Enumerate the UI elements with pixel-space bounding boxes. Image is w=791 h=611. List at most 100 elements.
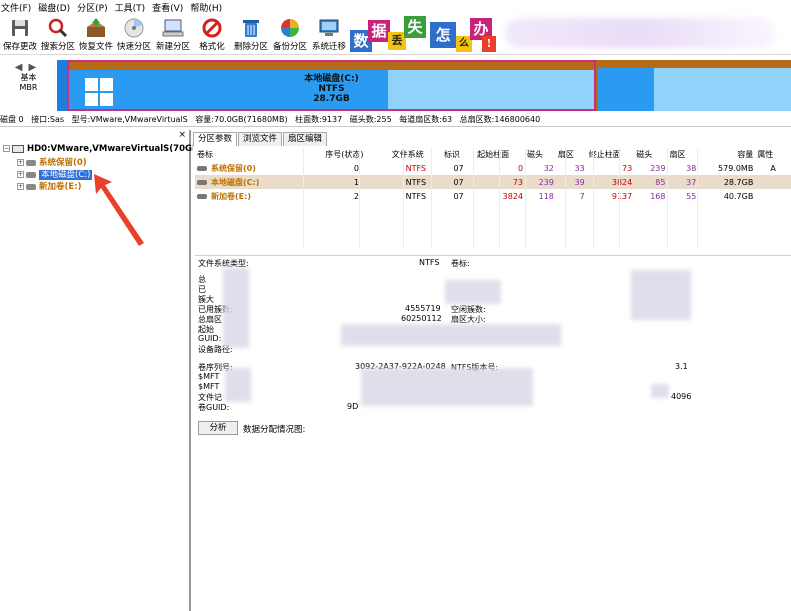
close-icon[interactable]: ×	[178, 130, 186, 140]
menu-disk[interactable]: 磁盘(D)	[37, 1, 76, 14]
ad-tile: 怎	[430, 22, 456, 48]
quick-partition-button[interactable]: 快速分区	[114, 15, 154, 55]
disk-heads: 磁头数:255	[349, 115, 392, 124]
disk-map: ◀▶ 基本 MBR 本地磁盘(C:) NTFS 28.7GB	[0, 56, 791, 111]
save-icon	[12, 20, 28, 36]
grid-line	[565, 148, 566, 248]
partition-details: 文件系统类型: NTFS 卷标: 总 已 簇大 已用簇数: 4555719 空闲…	[195, 255, 791, 415]
data-allocation-label: 数据分配情况图:	[243, 425, 306, 435]
grid-line	[473, 148, 474, 248]
recover-files-button[interactable]: 恢复文件	[76, 15, 116, 55]
backup-partition-button[interactable]: 备份分区	[270, 15, 310, 55]
menu-help[interactable]: 帮助(H)	[189, 1, 228, 14]
privacy-blur	[361, 368, 533, 406]
col-end-sector: 扇区	[669, 150, 686, 159]
ad-tile: !	[482, 36, 496, 52]
format-label: 格式化	[199, 42, 225, 52]
col-attr: 属性	[757, 150, 774, 159]
privacy-blur	[223, 268, 249, 348]
partition-system-reserved[interactable]	[57, 60, 67, 111]
disk-sectors-per-track: 每道扇区数:63	[399, 115, 453, 124]
tree-item-e-drive[interactable]: + 新加卷(E:)	[17, 180, 81, 192]
tree-disk-label: HD0:VMware,VMwareVirtualS(70GB)	[27, 144, 203, 154]
save-changes-label: 保存更改	[2, 42, 37, 52]
expand-icon[interactable]: +	[17, 183, 24, 190]
tree-disk-node[interactable]: − HD0:VMware,VMwareVirtualS(70GB)	[3, 144, 202, 154]
delete-icon	[243, 20, 259, 37]
search-icon	[48, 18, 68, 38]
grid-line	[403, 148, 404, 248]
search-partition-button[interactable]: 搜索分区	[38, 15, 78, 55]
disk-style: MBR	[19, 83, 38, 92]
grid-line	[359, 148, 360, 248]
expand-icon[interactable]: +	[17, 171, 24, 178]
tree-item-system-reserved[interactable]: + 系统保留(0)	[17, 156, 87, 168]
disk-cylinders: 柱面数:9137	[295, 115, 343, 124]
file-record-value: 4096	[671, 392, 692, 401]
privacy-blur	[225, 368, 251, 402]
menu-bar: 文件(F) 磁盘(D) 分区(P) 工具(T) 查看(V) 帮助(H)	[0, 0, 791, 15]
delete-partition-label: 删除分区	[233, 42, 268, 52]
partition-e[interactable]	[598, 60, 791, 111]
disk-capacity: 容量:70.0GB(71680MB)	[195, 115, 288, 124]
privacy-blur	[341, 324, 561, 346]
partition-icon	[197, 179, 207, 185]
expand-icon[interactable]: +	[17, 159, 24, 166]
menu-view[interactable]: 查看(V)	[151, 1, 189, 14]
used-clusters-value: 4555719	[405, 304, 441, 313]
table-row[interactable]: 系统保留(0) 0 NTFS 07 0 32 33 73 239 38 579.…	[195, 161, 791, 175]
partition-icon	[26, 183, 36, 190]
table-row[interactable]: 新加卷(E:) 2 NTFS 07 3824 118 7 9137 168 55…	[195, 189, 791, 203]
tree-item-label: 系统保留(0)	[39, 158, 87, 168]
format-button[interactable]: 格式化	[192, 15, 232, 55]
menu-tools[interactable]: 工具(T)	[114, 1, 152, 14]
table-row[interactable]: 本地磁盘(C:) 1 NTFS 07 73 239 39 3824 85 37 …	[195, 175, 791, 189]
grid-line	[303, 148, 304, 248]
tree-item-label: 新加卷(E:)	[39, 182, 82, 192]
partition-icon	[197, 193, 207, 199]
analyze-button[interactable]: 分析	[198, 421, 238, 435]
disk-total-sectors: 总扇区数:146800640	[459, 115, 541, 124]
col-id: 标识	[443, 150, 460, 159]
partition-table: 卷标 序号(状态) 文件系统 标识 起始柱面 磁头 扇区 终止柱面 磁头 扇区 …	[195, 148, 791, 203]
delete-partition-button[interactable]: 删除分区	[231, 15, 271, 55]
partition-c[interactable]: 本地磁盘(C:) NTFS 28.7GB	[67, 60, 596, 111]
new-partition-icon	[162, 19, 184, 37]
grid-line	[525, 148, 526, 248]
partition-c-name: 本地磁盘(C:)	[304, 74, 359, 84]
tab-partition-params[interactable]: 分区参数	[193, 132, 238, 146]
tab-bar: 分区参数 浏览文件 扇区编辑	[193, 132, 328, 146]
save-changes-button[interactable]: 保存更改	[0, 15, 40, 55]
disk-info: ◀▶ 基本 MBR	[0, 56, 57, 111]
disk-bar: 本地磁盘(C:) NTFS 28.7GB	[57, 60, 791, 111]
menu-partition[interactable]: 分区(P)	[76, 1, 113, 14]
col-index: 序号(状态)	[325, 150, 364, 159]
blurred-ad-area	[505, 18, 775, 48]
tree-item-c-drive[interactable]: + 本地磁盘(C:)	[17, 168, 93, 180]
tab-sector-edit[interactable]: 扇区编辑	[283, 132, 328, 146]
grid-line	[431, 148, 432, 248]
volume-label: 卷标:	[451, 259, 470, 268]
new-partition-label: 新建分区	[155, 42, 190, 52]
search-partition-label: 搜索分区	[40, 42, 75, 52]
backup-partition-label: 备份分区	[272, 42, 307, 52]
annotation-arrow	[94, 174, 144, 246]
partition-icon	[26, 171, 36, 178]
privacy-blur	[631, 270, 691, 320]
new-partition-button[interactable]: 新建分区	[153, 15, 193, 55]
ad-banner[interactable]: 数 据 丢 失 怎 么 办 !	[350, 16, 530, 54]
collapse-icon[interactable]: −	[3, 145, 10, 152]
migrate-icon	[319, 19, 339, 36]
disk-nav-arrows[interactable]: ◀▶	[0, 62, 57, 73]
partition-icon	[197, 165, 207, 171]
col-start-sector: 扇区	[556, 148, 587, 161]
privacy-blur	[445, 280, 501, 304]
disk-type: 基本	[20, 73, 37, 82]
recover-files-label: 恢复文件	[78, 42, 113, 52]
partition-c-fs: NTFS	[318, 84, 345, 94]
fs-type-value: NTFS	[419, 258, 440, 267]
system-migrate-button[interactable]: 系统迁移	[309, 15, 349, 55]
menu-file[interactable]: 文件(F)	[0, 1, 37, 14]
tab-browse-files[interactable]: 浏览文件	[238, 132, 283, 146]
grid-line	[667, 148, 668, 248]
